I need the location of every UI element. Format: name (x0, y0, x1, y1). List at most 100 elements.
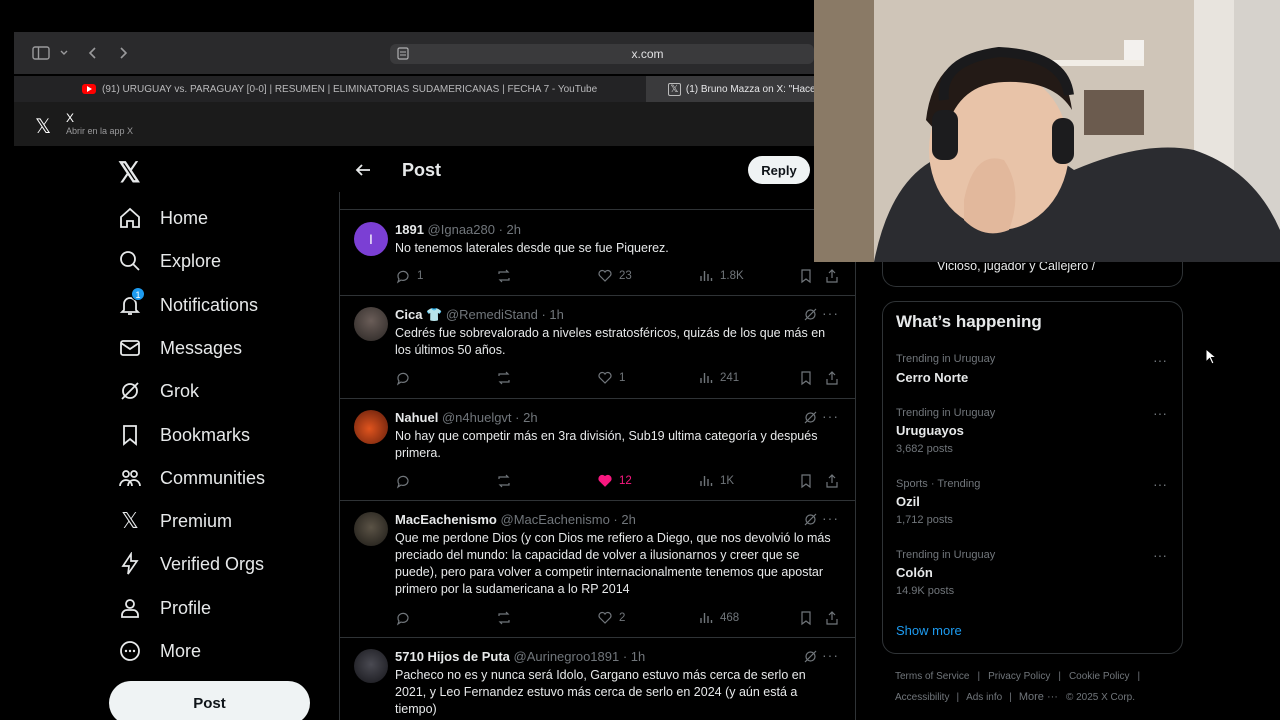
bookmark-action[interactable] (799, 473, 813, 489)
more-options-icon[interactable]: ··· (1153, 476, 1167, 492)
reply-action[interactable] (395, 610, 411, 626)
share-action[interactable] (825, 268, 839, 284)
views-action[interactable]: 1K (698, 473, 734, 489)
reply-icon (396, 475, 409, 489)
bookmark-action[interactable] (799, 370, 813, 386)
bookmark-action[interactable] (799, 610, 813, 626)
trend-item[interactable]: Trending in Uruguay Colón 14.9K posts ··… (882, 545, 1183, 603)
share-icon (826, 474, 838, 488)
nav-item-explore[interactable]: Explore (118, 241, 221, 281)
tweet[interactable]: Cica 👕 @RemediStand · 1h ··· Cedrés fue … (340, 296, 855, 399)
author-name[interactable]: Nahuel (395, 410, 438, 425)
reply-count: 1 (417, 270, 424, 282)
nav-item-grok[interactable]: Grok (118, 371, 199, 411)
nav-item-bookmarks[interactable]: Bookmarks (118, 415, 250, 455)
nav-item-messages[interactable]: Messages (118, 328, 242, 368)
sidebar-toggle-icon[interactable] (32, 45, 50, 61)
footer-link-cookies[interactable]: Cookie Policy (1069, 671, 1130, 682)
author-name[interactable]: 1891 (395, 222, 424, 237)
footer-link-ads[interactable]: Ads info (966, 692, 1002, 703)
author-name[interactable]: Cica 👕 (395, 307, 442, 322)
more-options-icon[interactable]: ··· (822, 510, 839, 526)
nav-item-more[interactable]: More (118, 631, 201, 671)
avatar[interactable]: I (354, 222, 388, 256)
page-menu-icon[interactable] (397, 47, 409, 60)
author-handle[interactable]: @n4huelgvt · 2h (442, 410, 538, 425)
more-options-icon[interactable]: ··· (1153, 405, 1167, 421)
share-action[interactable] (825, 370, 839, 386)
retweet-action[interactable] (496, 473, 512, 489)
footer-link-privacy[interactable]: Privacy Policy (988, 671, 1050, 682)
tweet-header: Nahuel @n4huelgvt · 2h (395, 410, 538, 425)
like-action[interactable]: 12 (597, 473, 632, 489)
reply-action[interactable] (395, 473, 411, 489)
avatar[interactable] (354, 649, 388, 683)
avatar[interactable] (354, 410, 388, 444)
views-action[interactable]: 468 (698, 610, 739, 626)
post-button[interactable]: Post (109, 681, 310, 720)
more-options-icon[interactable]: ··· (822, 647, 839, 663)
more-options-icon[interactable]: ··· (1153, 352, 1167, 368)
x-logo-icon: 𝕏 (121, 508, 139, 533)
views-action[interactable]: 241 (698, 370, 739, 386)
tab-youtube[interactable]: (91) URUGUAY vs. PARAGUAY [0-0] | RESUME… (82, 78, 642, 100)
tweet[interactable]: 5710 Hijos de Puta @Aurinegroo1891 · 1h … (340, 638, 855, 720)
grok-icon[interactable] (804, 308, 817, 321)
tweet[interactable]: Nahuel @n4huelgvt · 2h ··· No hay que co… (340, 399, 855, 501)
more-options-icon[interactable]: ··· (1153, 547, 1167, 563)
tweet[interactable]: I 1891 @Ignaa280 · 2h No tenemos lateral… (340, 211, 855, 296)
chevron-down-icon[interactable] (59, 48, 69, 58)
footer-link-accessibility[interactable]: Accessibility (895, 692, 949, 703)
more-circle-icon (120, 641, 140, 661)
bookmark-action[interactable] (799, 268, 813, 284)
grok-icon[interactable] (804, 411, 817, 424)
retweet-action[interactable] (496, 610, 512, 626)
more-options-icon[interactable]: ··· (822, 305, 839, 321)
share-action[interactable] (825, 473, 839, 489)
nav-item-profile[interactable]: Profile (118, 588, 211, 628)
like-action[interactable]: 23 (597, 268, 632, 284)
nav-item-communities[interactable]: Communities (118, 458, 265, 498)
retweet-action[interactable] (496, 370, 512, 386)
back-nav-icon[interactable] (86, 45, 100, 61)
trend-item[interactable]: Sports · Trending Ozil 1,712 posts ··· (882, 474, 1183, 532)
back-arrow-icon[interactable] (354, 162, 372, 178)
retweet-action[interactable] (496, 268, 512, 284)
app-banner[interactable] (14, 102, 814, 146)
reply-action[interactable] (395, 370, 411, 386)
trend-item[interactable]: Trending in Uruguay Cerro Norte ··· (882, 350, 1183, 392)
more-options-icon[interactable]: ··· (822, 408, 839, 424)
reply-action[interactable]: 1 (395, 268, 423, 284)
footer-more-link[interactable]: More ··· (1019, 691, 1058, 703)
author-name[interactable]: 5710 Hijos de Puta (395, 649, 510, 664)
forward-nav-icon[interactable] (116, 45, 130, 61)
share-icon (826, 611, 838, 625)
nav-item-home[interactable]: Home (118, 198, 208, 238)
avatar[interactable] (354, 512, 388, 546)
tab-x-post[interactable]: 𝕏 (1) Bruno Mazza on X: "Hace (668, 78, 814, 100)
tweet-actions: 12 1K (395, 473, 845, 489)
grok-icon[interactable] (804, 650, 817, 663)
bookmark-icon (801, 474, 811, 489)
x-logo-icon[interactable]: 𝕏 (118, 156, 141, 189)
tweet[interactable]: MacEachenismo @MacEachenismo · 2h ··· Qu… (340, 501, 855, 638)
show-more-link[interactable]: Show more (896, 623, 962, 638)
author-handle[interactable]: @Aurinegroo1891 · 1h (514, 649, 646, 664)
author-handle[interactable]: @MacEachenismo · 2h (501, 512, 636, 527)
like-action[interactable]: 1 (597, 370, 625, 386)
reply-button[interactable]: Reply (748, 156, 810, 184)
nav-item-notifications[interactable]: 1 Notifications (118, 285, 258, 325)
author-name[interactable]: MacEachenismo (395, 512, 497, 527)
bookmark-icon (801, 269, 811, 284)
nav-item-verified-orgs[interactable]: Verified Orgs (118, 544, 264, 584)
author-handle[interactable]: @Ignaa280 · 2h (428, 222, 521, 237)
share-action[interactable] (825, 610, 839, 626)
views-action[interactable]: 1.8K (698, 268, 744, 284)
trend-item[interactable]: Trending in Uruguay Uruguayos 3,682 post… (882, 403, 1183, 461)
footer-link-terms[interactable]: Terms of Service (895, 671, 969, 682)
avatar[interactable] (354, 307, 388, 341)
grok-icon[interactable] (804, 513, 817, 526)
author-handle[interactable]: @RemediStand · 1h (446, 307, 564, 322)
like-action[interactable]: 2 (597, 610, 625, 626)
nav-item-premium[interactable]: 𝕏 Premium (118, 501, 232, 541)
